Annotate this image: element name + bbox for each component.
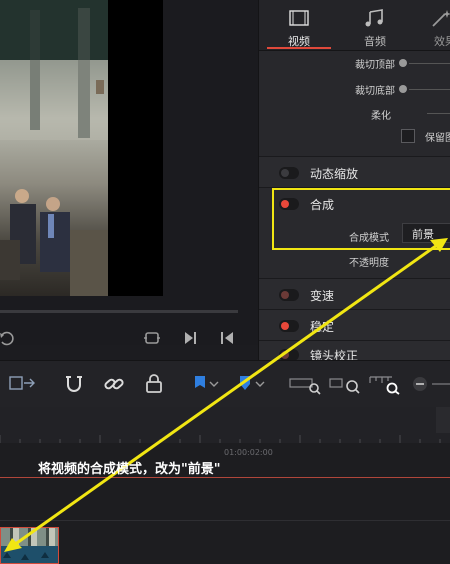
magic-wand-icon <box>415 8 450 28</box>
stabilization-toggle[interactable] <box>279 320 299 332</box>
crop-bottom-slider-track[interactable] <box>409 89 450 90</box>
tab-video[interactable]: 视频 <box>269 6 329 48</box>
inspector-tabs: 视频 音频 效果 <box>259 0 450 51</box>
tab-audio-label: 音频 <box>364 35 386 48</box>
lens-correction-title: 镜头校正 <box>310 349 359 361</box>
viewer-scrub-bar[interactable] <box>0 310 238 313</box>
playhead-track-line <box>0 477 450 478</box>
speed-change-section[interactable]: 变速 <box>259 278 450 309</box>
clip-waveform <box>3 552 49 560</box>
video-viewer <box>0 0 258 347</box>
inspector-panel: 视频 音频 效果 裁切顶部 裁切底部 柔化 保留图 动态缩放 合成 合成模 <box>258 0 450 361</box>
jump-to-end-icon[interactable] <box>218 329 236 347</box>
softness-label: 柔化 <box>371 111 391 122</box>
film-icon <box>269 8 329 28</box>
keep-label: 保留图 <box>425 133 450 144</box>
video-clip[interactable] <box>0 527 59 564</box>
replace-clip-icon[interactable] <box>8 373 38 395</box>
loop-icon[interactable] <box>0 329 18 347</box>
marker-icon[interactable] <box>236 373 268 395</box>
clip-thumbnail <box>1 528 58 546</box>
video-scene-art <box>0 0 108 296</box>
position-lock-icon[interactable] <box>142 373 166 395</box>
dynamic-zoom-title: 动态缩放 <box>310 167 359 181</box>
snapping-icon[interactable] <box>62 373 86 395</box>
video-preview-image <box>0 0 108 296</box>
dynamic-zoom-section[interactable]: 动态缩放 <box>259 156 450 187</box>
zoom-slider[interactable] <box>432 383 450 385</box>
stabilization-title: 稳定 <box>310 320 335 334</box>
crop-top-slider-knob[interactable] <box>399 59 407 67</box>
stabilization-section[interactable]: 稳定 <box>259 309 450 340</box>
tab-effects[interactable]: 效果 <box>415 6 450 48</box>
timeline-area <box>0 407 450 564</box>
zoom-full-icon[interactable] <box>288 373 322 395</box>
crop-top-label: 裁切顶部 <box>355 60 395 71</box>
match-frame-icon[interactable] <box>143 329 161 347</box>
keep-checkbox[interactable] <box>401 129 415 143</box>
video-frame <box>0 0 163 296</box>
crop-bottom-slider-knob[interactable] <box>399 85 407 93</box>
crop-bottom-label: 裁切底部 <box>355 86 395 97</box>
flag-icon[interactable] <box>192 373 224 395</box>
softness-slider-track[interactable] <box>427 113 450 114</box>
zoom-custom-icon[interactable] <box>368 373 402 395</box>
ruler-ticks <box>0 407 450 443</box>
zoom-out-icon[interactable] <box>412 373 428 395</box>
annotation-text: 将视频的合成模式，改为"前景" <box>38 462 221 477</box>
track-divider <box>0 520 450 521</box>
crop-top-slider-track[interactable] <box>409 63 450 64</box>
speed-change-title: 变速 <box>310 289 335 303</box>
tab-audio[interactable]: 音频 <box>345 6 405 48</box>
next-frame-icon[interactable] <box>181 329 199 347</box>
music-note-icon <box>345 8 405 28</box>
opacity-label: 不透明度 <box>349 258 389 269</box>
lens-correction-section[interactable]: 镜头校正 <box>259 340 450 361</box>
annotation-highlight-box <box>272 188 450 250</box>
timeline-ruler[interactable] <box>0 407 450 443</box>
tab-effects-label: 效果 <box>434 35 450 48</box>
edit-toolbar <box>0 360 450 408</box>
active-tab-indicator <box>267 47 331 49</box>
zoom-detail-icon[interactable] <box>328 373 362 395</box>
link-icon[interactable] <box>102 373 126 395</box>
speed-change-toggle[interactable] <box>279 289 299 301</box>
ruler-timecode: 01:00:02:00 <box>224 448 273 457</box>
dynamic-zoom-toggle[interactable] <box>279 167 299 179</box>
